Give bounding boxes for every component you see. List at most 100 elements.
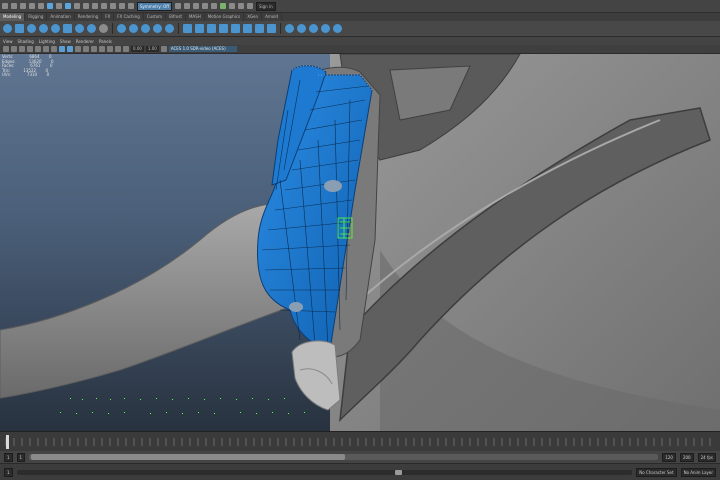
channel-box-icon[interactable] (246, 3, 253, 9)
uv-editor-icon[interactable] (297, 24, 306, 33)
multi-cut-icon[interactable] (231, 24, 240, 33)
view-transform-dropdown[interactable]: ACES 1.0 SDR-video (ACES) (168, 46, 237, 52)
film-gate-icon[interactable] (43, 46, 49, 52)
camera-attributes-icon[interactable] (11, 46, 17, 52)
animation-end-field[interactable]: 200 (679, 452, 694, 462)
camera-based-mapping-icon[interactable] (333, 24, 342, 33)
select-camera-icon[interactable] (3, 46, 9, 52)
viewport-3d[interactable]: Verts: 6864 0 Edges: 13620 0 Faces: 6761 0 Tris: 1… (0, 54, 720, 431)
current-frame-field[interactable]: 1 (4, 467, 13, 477)
render-frame-icon[interactable] (183, 3, 190, 9)
target-weld-icon[interactable] (243, 24, 252, 33)
history-icon[interactable] (174, 3, 181, 9)
panel-menu-show[interactable]: Show (60, 39, 71, 44)
shelf-tab-animation[interactable]: Animation (47, 13, 75, 21)
lights-icon[interactable] (83, 46, 89, 52)
select-by-component-icon[interactable] (65, 3, 71, 9)
panel-menu-panels[interactable]: Panels (99, 39, 112, 44)
select-by-object-icon[interactable] (56, 3, 62, 9)
attribute-editor-icon[interactable] (237, 3, 244, 9)
smooth-icon[interactable] (141, 24, 150, 33)
poly-cylinder-icon[interactable] (27, 24, 36, 33)
automatic-mapping-icon[interactable] (321, 24, 330, 33)
panel-menu-lighting[interactable]: Lighting (39, 39, 55, 44)
shelf-tab-xgen[interactable]: XGen (244, 13, 263, 21)
motion-blur-icon[interactable] (107, 46, 113, 52)
grid-icon[interactable] (35, 46, 41, 52)
wireframe-icon[interactable] (59, 46, 65, 52)
anim-layer-dropdown[interactable]: No Anim Layer (680, 467, 716, 477)
shelf-tab-fx[interactable]: FX (102, 13, 115, 21)
symmetry-dropdown[interactable]: Symmetry: Off (137, 1, 172, 11)
ipr-render-icon[interactable] (192, 3, 199, 9)
range-slider-handle[interactable] (31, 454, 346, 460)
current-time-indicator[interactable] (6, 435, 9, 449)
xray-icon[interactable] (123, 46, 129, 52)
poly-platonic-icon[interactable] (87, 24, 96, 33)
ambient-occlusion-icon[interactable] (99, 46, 105, 52)
snap-point-icon[interactable] (119, 3, 125, 9)
fill-hole-icon[interactable] (219, 24, 228, 33)
shelf-tab-motion-graphics[interactable]: Motion Graphics (205, 13, 245, 21)
mirror-icon[interactable] (165, 24, 174, 33)
poly-cone-icon[interactable] (39, 24, 48, 33)
poly-plane-icon[interactable] (63, 24, 72, 33)
command-line-scroll[interactable] (16, 469, 633, 475)
render-settings-icon[interactable] (201, 3, 208, 9)
snap-surface-icon[interactable] (128, 3, 134, 9)
redo-icon[interactable] (38, 3, 44, 9)
gamma-field[interactable]: 1.00 (145, 46, 159, 52)
extrude-icon[interactable] (183, 24, 192, 33)
panel-menu-shading[interactable]: Shading (18, 39, 34, 44)
sign-in-button[interactable]: Sign in (255, 1, 276, 11)
shadows-icon[interactable] (91, 46, 97, 52)
bookmarks-icon[interactable] (19, 46, 25, 52)
shelf-tab-fx-caching[interactable]: FX Caching (114, 13, 144, 21)
snap-grid-icon[interactable] (101, 3, 107, 9)
shelf-tab-arnold[interactable]: Arnold (262, 13, 283, 21)
poly-sphere-icon[interactable] (3, 24, 12, 33)
textured-icon[interactable] (75, 46, 81, 52)
soft-select-icon[interactable] (285, 24, 294, 33)
shelf-tab-rigging[interactable]: Rigging (25, 13, 48, 21)
bridge-icon[interactable] (195, 24, 204, 33)
shelf-tab-mash[interactable]: MASH (186, 13, 205, 21)
resolution-gate-icon[interactable] (51, 46, 57, 52)
bevel-icon[interactable] (207, 24, 216, 33)
panel-menu-view[interactable]: View (3, 39, 13, 44)
animation-start-field[interactable]: 1 (4, 452, 13, 462)
connect-icon[interactable] (255, 24, 264, 33)
poly-disc-icon[interactable] (75, 24, 84, 33)
arnold-render-view-icon[interactable] (219, 3, 226, 9)
smooth-shade-icon[interactable] (67, 46, 73, 52)
combine-icon[interactable] (117, 24, 126, 33)
time-slider[interactable] (0, 431, 720, 452)
panel-menu-renderer[interactable]: Renderer (76, 39, 94, 44)
poly-cube-icon[interactable] (15, 24, 24, 33)
fps-dropdown[interactable]: 24 fps (697, 452, 716, 462)
separate-icon[interactable] (129, 24, 138, 33)
playback-end-field[interactable]: 120 (662, 452, 676, 462)
shelf-tab-modeling[interactable]: Modeling (0, 13, 26, 21)
open-scene-icon[interactable] (11, 3, 17, 9)
new-scene-icon[interactable] (2, 3, 8, 9)
hypershade-icon[interactable] (210, 3, 217, 9)
shelf-tab-custom[interactable]: Custom (144, 13, 167, 21)
save-scene-icon[interactable] (20, 3, 26, 9)
exposure-field[interactable]: 0.00 (131, 46, 144, 52)
face-mask-icon[interactable] (92, 3, 98, 9)
vertex-mask-icon[interactable] (74, 3, 80, 9)
select-by-hierarchy-icon[interactable] (47, 3, 53, 9)
playback-start-field[interactable]: 1 (16, 452, 26, 462)
planar-mapping-icon[interactable] (309, 24, 318, 33)
undo-icon[interactable] (29, 3, 35, 9)
shelf-tab-rendering[interactable]: Rendering (75, 13, 103, 21)
boolean-icon[interactable] (153, 24, 162, 33)
edge-mask-icon[interactable] (83, 3, 89, 9)
poly-torus-icon[interactable] (51, 24, 60, 33)
modeling-toolkit-icon[interactable] (228, 3, 235, 9)
svg-shape-icon[interactable] (99, 24, 108, 33)
isolate-select-icon[interactable] (115, 46, 121, 52)
scroll-thumb[interactable] (394, 469, 402, 475)
range-slider[interactable] (29, 454, 659, 460)
